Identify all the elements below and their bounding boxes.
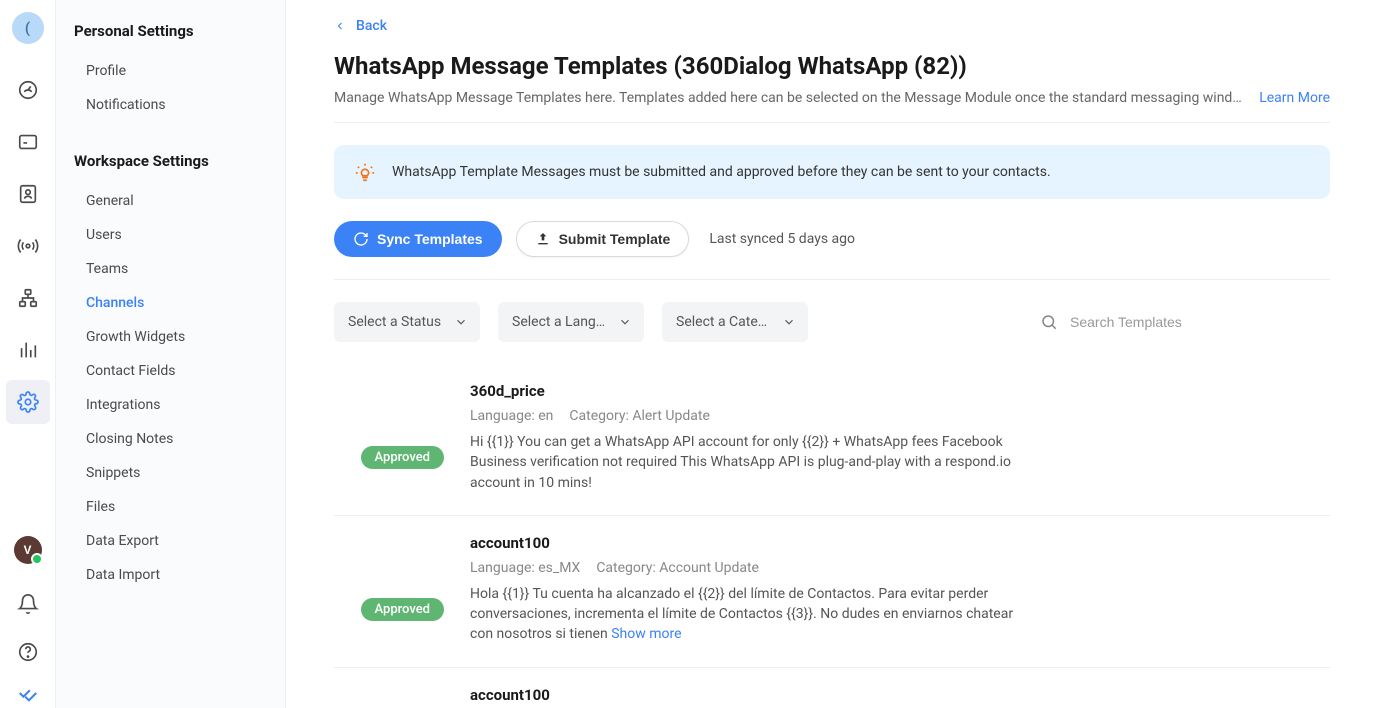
template-body-text: Hola {{1}} Tu cuenta ha alcanzado el {{2… bbox=[470, 584, 1030, 645]
user-avatar[interactable]: V bbox=[14, 536, 42, 564]
personal-settings-heading: Personal Settings bbox=[74, 22, 267, 40]
template-name: 360d_price bbox=[470, 382, 1030, 400]
sidebar-item-growth-widgets[interactable]: Growth Widgets bbox=[74, 320, 267, 354]
filter-language-select[interactable]: Select a Langu… bbox=[498, 302, 644, 342]
sidebar-item-notifications[interactable]: Notifications bbox=[74, 88, 267, 122]
contacts-icon[interactable] bbox=[6, 172, 50, 216]
template-category: Category: Alert Update bbox=[569, 408, 710, 424]
template-language: Language: en bbox=[470, 408, 553, 424]
template-body-col: account100Language: esCategory: Account … bbox=[470, 686, 1030, 708]
template-body-text: Hi {{1}} You can get a WhatsApp API acco… bbox=[470, 432, 1030, 493]
sidebar-item-data-import[interactable]: Data Import bbox=[74, 558, 267, 592]
chevron-down-icon bbox=[782, 315, 796, 329]
chevron-down-icon bbox=[454, 315, 468, 329]
template-status-col: Approved bbox=[334, 534, 444, 645]
lightbulb-icon bbox=[354, 161, 376, 183]
back-label: Back bbox=[356, 18, 387, 34]
settings-icon[interactable] bbox=[6, 380, 50, 424]
template-meta: Language: es_MX Category: Account Update bbox=[470, 560, 1030, 576]
sync-templates-label: Sync Templates bbox=[377, 231, 483, 247]
chevron-left-icon bbox=[334, 20, 346, 32]
sidebar-item-general[interactable]: General bbox=[74, 184, 267, 218]
info-notice: WhatsApp Template Messages must be submi… bbox=[334, 145, 1330, 199]
search-input[interactable] bbox=[1070, 314, 1330, 330]
sidebar-item-channels[interactable]: Channels bbox=[74, 286, 267, 320]
sidebar-item-profile[interactable]: Profile bbox=[74, 54, 267, 88]
template-row: Approved account100Language: esCategory: … bbox=[334, 668, 1330, 708]
sidebar-item-contact-fields[interactable]: Contact Fields bbox=[74, 354, 267, 388]
workspace-settings-heading: Workspace Settings bbox=[74, 152, 267, 170]
bell-icon[interactable] bbox=[6, 582, 50, 626]
sidebar-item-closing-notes[interactable]: Closing Notes bbox=[74, 422, 267, 456]
template-name: account100 bbox=[470, 686, 1030, 704]
filter-category-select[interactable]: Select a Categ… bbox=[662, 302, 808, 342]
sidebar-item-snippets[interactable]: Snippets bbox=[74, 456, 267, 490]
template-category: Category: Account Update bbox=[596, 560, 759, 576]
inbox-icon[interactable] bbox=[6, 120, 50, 164]
page-description: Manage WhatsApp Message Templates here. … bbox=[334, 90, 1251, 106]
page-title: WhatsApp Message Templates (360Dialog Wh… bbox=[334, 52, 1330, 80]
sync-templates-button[interactable]: Sync Templates bbox=[334, 221, 502, 257]
status-badge: Approved bbox=[361, 446, 445, 469]
submit-template-button[interactable]: Submit Template bbox=[516, 221, 690, 257]
help-icon[interactable] bbox=[6, 630, 50, 674]
brand-logo-icon bbox=[6, 678, 50, 708]
sidebar-item-integrations[interactable]: Integrations bbox=[74, 388, 267, 422]
filter-category-label: Select a Categ… bbox=[676, 314, 772, 330]
status-badge: Approved bbox=[361, 598, 445, 621]
template-body-col: 360d_price Language: en Category: Alert Up… bbox=[470, 382, 1030, 493]
workflows-icon[interactable] bbox=[6, 276, 50, 320]
back-link[interactable]: Back bbox=[334, 18, 387, 34]
template-status-col: Approved bbox=[334, 686, 444, 708]
refresh-icon bbox=[353, 231, 369, 247]
search-icon bbox=[1040, 313, 1058, 331]
filter-language-label: Select a Langu… bbox=[512, 314, 608, 330]
upload-icon bbox=[535, 231, 551, 247]
template-body-col: account100 Language: es_MX Category: Accou… bbox=[470, 534, 1030, 645]
dashboard-icon[interactable] bbox=[6, 68, 50, 112]
sidebar-item-data-export[interactable]: Data Export bbox=[74, 524, 267, 558]
template-meta: Language: en Category: Alert Update bbox=[470, 408, 1030, 424]
template-row: Approved 360d_price Language: en Category: … bbox=[334, 364, 1330, 516]
template-row: Approved account100 Language: es_MX Categor… bbox=[334, 516, 1330, 668]
main-content: Back WhatsApp Message Templates (360Dial… bbox=[286, 0, 1378, 708]
notice-text: WhatsApp Template Messages must be submi… bbox=[392, 164, 1051, 180]
sidebar-item-users[interactable]: Users bbox=[74, 218, 267, 252]
template-list: Approved 360d_price Language: en Category: … bbox=[334, 364, 1330, 708]
reports-icon[interactable] bbox=[6, 328, 50, 372]
chevron-down-icon bbox=[618, 315, 632, 329]
last-synced-text: Last synced 5 days ago bbox=[709, 231, 855, 247]
template-language: Language: es_MX bbox=[470, 560, 580, 576]
nav-rail: ( V bbox=[0, 0, 56, 708]
settings-sidebar: Personal Settings ProfileNotifications W… bbox=[56, 0, 286, 708]
show-more-link[interactable]: Show more bbox=[611, 626, 681, 642]
template-status-col: Approved bbox=[334, 382, 444, 493]
template-name: account100 bbox=[470, 534, 1030, 552]
filter-status-label: Select a Status bbox=[348, 314, 441, 330]
sidebar-item-files[interactable]: Files bbox=[74, 490, 267, 524]
filter-status-select[interactable]: Select a Status bbox=[334, 302, 480, 342]
submit-template-label: Submit Template bbox=[559, 231, 671, 247]
sidebar-item-teams[interactable]: Teams bbox=[74, 252, 267, 286]
search-wrap bbox=[1040, 313, 1330, 331]
broadcast-icon[interactable] bbox=[6, 224, 50, 268]
learn-more-link[interactable]: Learn More bbox=[1259, 90, 1330, 106]
workspace-avatar[interactable]: ( bbox=[12, 12, 44, 44]
